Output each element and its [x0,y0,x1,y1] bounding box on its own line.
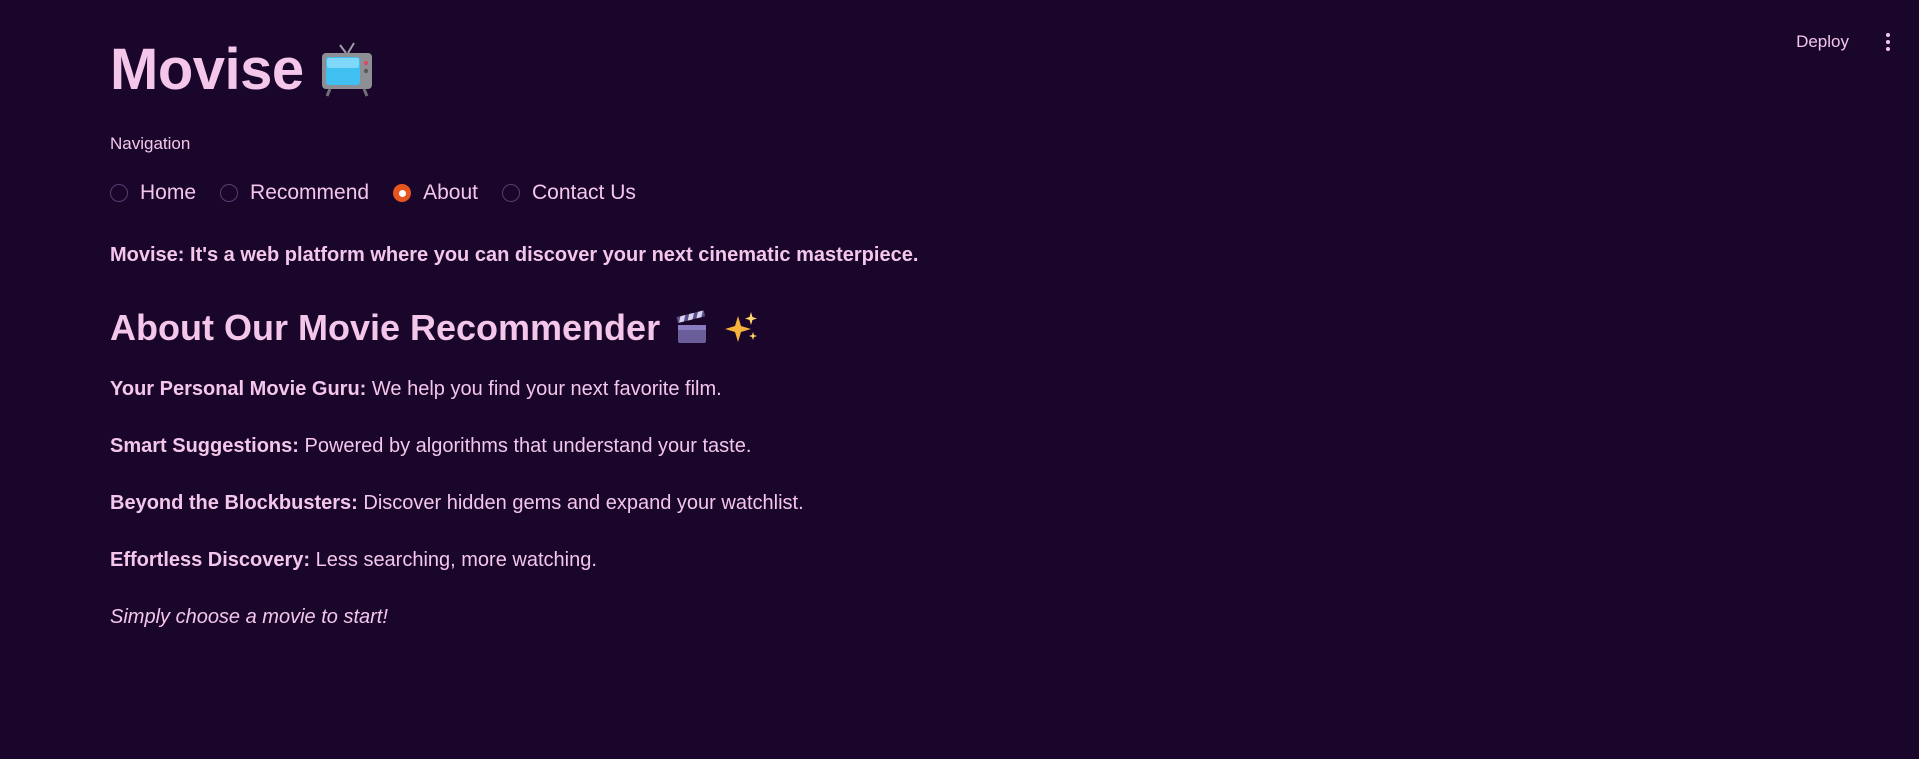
feature-item: Your Personal Movie Guru: We help you fi… [110,373,1610,406]
radio-label: Recommend [250,181,370,204]
feature-text: We help you find your next favorite film… [366,378,722,400]
intro-text: Movise: It's a web platform where you ca… [110,244,919,266]
radio-button[interactable] [110,184,128,202]
nav-option-recommend[interactable]: Recommend [220,181,369,205]
navigation-label: Navigation [110,134,191,153]
deploy-button[interactable]: Deploy [1788,26,1857,58]
navigation-radio-group: Home Recommend About Contact Us [110,178,1610,208]
feature-text: Powered by algorithms that understand yo… [298,435,752,457]
radio-button-selected[interactable] [393,184,412,202]
feature-title: Your Personal Movie Guru: [110,378,367,400]
feature-text: Discover hidden gems and expand your wat… [357,492,804,514]
radio-button[interactable] [220,184,239,202]
feature-title: Effortless Discovery: [110,549,311,571]
radio-label: About [423,181,478,204]
title-row: Movise [110,30,1610,108]
radio-label: Home [140,181,197,204]
feature-item: Smart Suggestions: Powered by algorithms… [110,430,1610,463]
feature-title: Smart Suggestions: [110,435,299,457]
nav-option-contact-us[interactable]: Contact Us [501,181,636,205]
feature-item: Beyond the Blockbusters: Discover hidden… [110,487,1610,520]
header-toolbar: Deploy [1788,26,1897,58]
section-heading-text: About Our Movie Recommender [110,307,661,348]
radio-label: Contact Us [531,181,636,204]
sparkles-icon [725,312,758,342]
page-title: Movise [110,36,304,102]
feature-text: Less searching, more watching. [310,549,597,571]
nav-option-about[interactable]: About [393,181,478,205]
radio-button[interactable] [501,184,520,202]
section-heading: About Our Movie Recommender [110,307,1610,349]
nav-option-home[interactable]: Home [110,181,196,205]
tv-icon [321,42,372,97]
call-to-action: Simply choose a movie to start! [110,606,388,628]
more-vertical-icon[interactable] [1879,29,1897,55]
clapper-board-icon [676,310,707,343]
feature-title: Beyond the Blockbusters: [110,492,358,514]
feature-item: Effortless Discovery: Less searching, mo… [110,544,1610,577]
main-content: Movise Navigation Home Recommend About C… [110,30,1610,634]
